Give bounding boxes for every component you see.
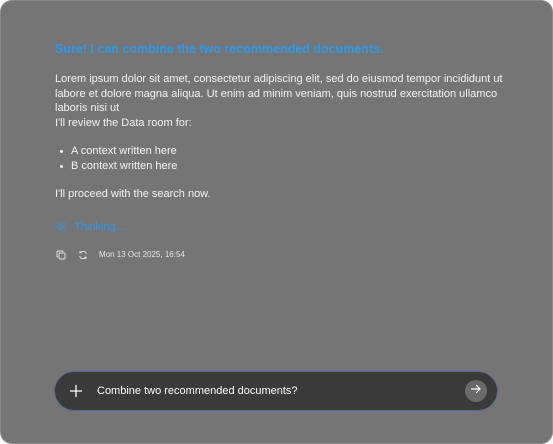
list-item-label: A context written here bbox=[71, 145, 177, 157]
refresh-icon[interactable] bbox=[77, 249, 89, 261]
context-list: A context written here B context written… bbox=[55, 144, 515, 173]
message-composer[interactable]: Combine two recommended documents? bbox=[54, 371, 498, 411]
composer-input[interactable]: Combine two recommended documents? bbox=[97, 384, 298, 398]
send-button[interactable] bbox=[465, 380, 487, 402]
arrow-right-icon bbox=[470, 382, 482, 400]
bullet-dot bbox=[60, 150, 63, 153]
thinking-status: Thinking... bbox=[55, 221, 515, 233]
plus-icon[interactable] bbox=[69, 384, 83, 398]
thinking-label: Thinking... bbox=[74, 220, 125, 233]
message-intro: Lorem ipsum dolor sit amet, consectetur … bbox=[55, 73, 503, 114]
assistant-message: Sure! I can combine the two recommended … bbox=[55, 42, 515, 261]
list-item: A context written here bbox=[55, 144, 515, 159]
message-review-line: I'll review the Data room for: bbox=[55, 116, 192, 129]
chat-panel: Sure! I can combine the two recommended … bbox=[0, 0, 553, 444]
message-timestamp: Mon 13 Oct 2025, 16:54 bbox=[99, 250, 185, 259]
list-item: B context written here bbox=[55, 159, 515, 174]
list-item-label: B context written here bbox=[71, 159, 178, 172]
copy-icon[interactable] bbox=[55, 249, 67, 261]
bullet-dot bbox=[60, 164, 63, 168]
message-headline: Sure! I can combine the two recommended … bbox=[55, 42, 384, 56]
message-meta: Mon 13 Oct 2025, 16:54 bbox=[55, 249, 515, 261]
message-proceed-line: I'll proceed with the search now. bbox=[55, 188, 211, 200]
sun-spinner-icon bbox=[55, 220, 67, 233]
